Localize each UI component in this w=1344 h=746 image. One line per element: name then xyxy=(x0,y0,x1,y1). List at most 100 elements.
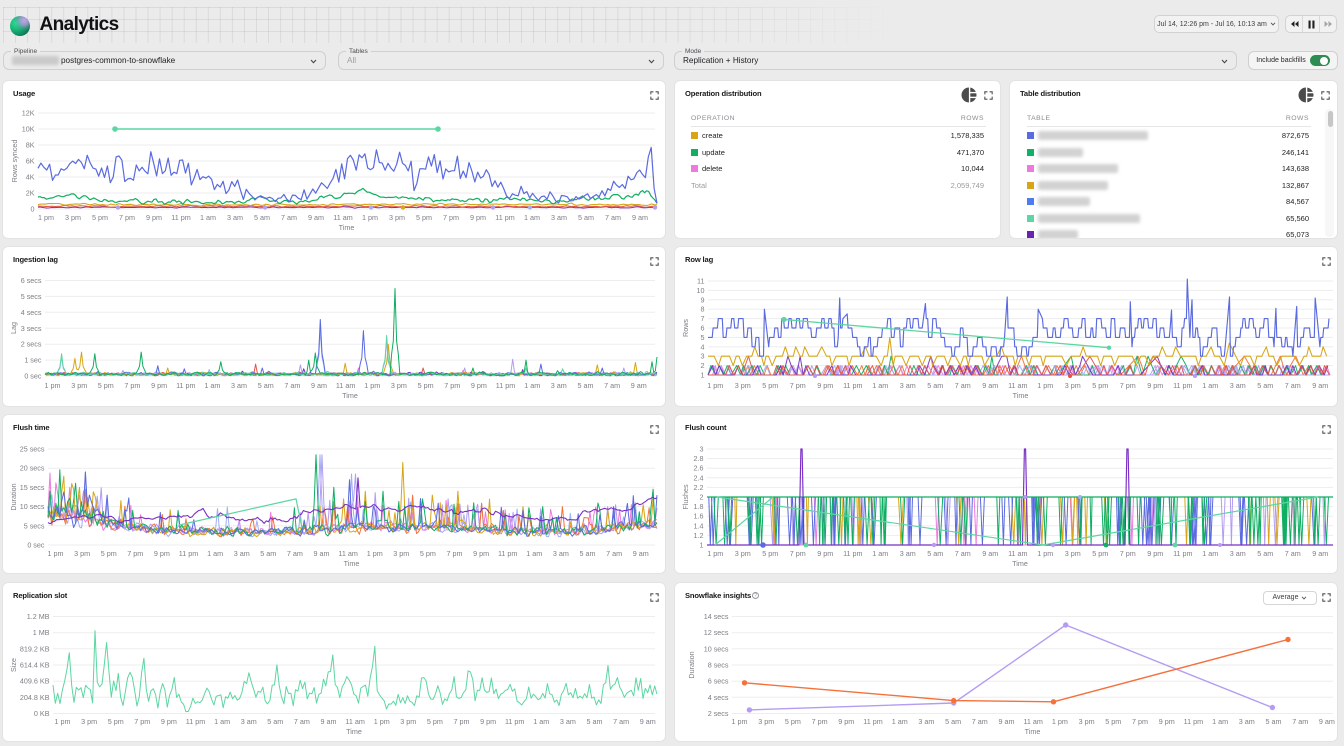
svg-text:1 am: 1 am xyxy=(872,549,888,558)
svg-text:9: 9 xyxy=(701,295,705,304)
svg-text:Rows synced: Rows synced xyxy=(10,140,19,183)
svg-text:5 am: 5 am xyxy=(1266,717,1282,726)
svg-text:5 secs: 5 secs xyxy=(24,521,45,530)
svg-text:Flushes: Flushes xyxy=(681,484,690,510)
svg-text:9 pm: 9 pm xyxy=(161,717,177,726)
svg-text:1.2 MB: 1.2 MB xyxy=(27,612,50,621)
svg-text:2K: 2K xyxy=(26,189,35,198)
svg-text:9 pm: 9 pm xyxy=(480,717,496,726)
svg-text:2: 2 xyxy=(700,493,704,502)
svg-text:5 am: 5 am xyxy=(260,549,276,558)
svg-text:1 pm: 1 pm xyxy=(374,717,390,726)
svg-text:3 pm: 3 pm xyxy=(81,717,97,726)
svg-text:5 pm: 5 pm xyxy=(427,717,443,726)
svg-text:3 pm: 3 pm xyxy=(1079,717,1095,726)
svg-text:409.6 KB: 409.6 KB xyxy=(20,676,50,685)
svg-text:12K: 12K xyxy=(22,109,35,118)
svg-text:4 secs: 4 secs xyxy=(708,692,729,701)
svg-text:1 am: 1 am xyxy=(214,717,230,726)
svg-text:10: 10 xyxy=(697,286,705,295)
svg-text:3 pm: 3 pm xyxy=(393,549,409,558)
svg-text:3 am: 3 am xyxy=(1230,549,1246,558)
svg-text:3 am: 3 am xyxy=(551,213,567,222)
svg-text:3 am: 3 am xyxy=(551,381,567,390)
svg-text:12 secs: 12 secs xyxy=(704,628,729,637)
svg-text:3: 3 xyxy=(701,352,705,361)
svg-text:11 am: 11 am xyxy=(1023,717,1042,726)
svg-text:7 am: 7 am xyxy=(281,213,297,222)
svg-text:9 pm: 9 pm xyxy=(146,213,162,222)
svg-text:1 pm: 1 pm xyxy=(45,381,61,390)
svg-text:819.2 KB: 819.2 KB xyxy=(20,644,50,653)
svg-text:20 secs: 20 secs xyxy=(20,464,45,473)
svg-text:6 secs: 6 secs xyxy=(21,276,42,285)
svg-text:Time: Time xyxy=(1025,727,1041,736)
svg-text:8K: 8K xyxy=(26,141,35,150)
svg-text:5 secs: 5 secs xyxy=(21,292,42,301)
svg-text:3 pm: 3 pm xyxy=(1065,381,1081,390)
svg-text:2.6: 2.6 xyxy=(694,464,704,473)
svg-text:5 am: 5 am xyxy=(258,381,274,390)
svg-text:Time: Time xyxy=(1013,391,1029,400)
svg-text:9 pm: 9 pm xyxy=(817,381,833,390)
svg-text:5 am: 5 am xyxy=(578,381,594,390)
svg-text:11 pm: 11 pm xyxy=(186,717,205,726)
svg-text:3 pm: 3 pm xyxy=(65,213,81,222)
svg-text:7 am: 7 am xyxy=(606,549,622,558)
svg-text:5 pm: 5 pm xyxy=(101,549,117,558)
svg-text:11 am: 11 am xyxy=(333,213,352,222)
svg-text:5 pm: 5 pm xyxy=(98,381,114,390)
svg-text:1: 1 xyxy=(700,541,704,550)
svg-text:11 pm: 11 pm xyxy=(171,213,190,222)
svg-text:5 am: 5 am xyxy=(254,213,270,222)
svg-text:1 am: 1 am xyxy=(872,381,888,390)
svg-text:7 am: 7 am xyxy=(294,717,310,726)
svg-text:3 pm: 3 pm xyxy=(400,717,416,726)
svg-text:14 secs: 14 secs xyxy=(704,612,729,621)
svg-text:7 am: 7 am xyxy=(1285,549,1301,558)
svg-text:5 pm: 5 pm xyxy=(1092,381,1108,390)
svg-text:11 pm: 11 pm xyxy=(843,549,862,558)
svg-text:3 am: 3 am xyxy=(900,381,916,390)
svg-text:0: 0 xyxy=(31,205,35,214)
svg-text:3 am: 3 am xyxy=(227,213,243,222)
svg-text:9 am: 9 am xyxy=(982,549,998,558)
svg-text:9 pm: 9 pm xyxy=(838,717,854,726)
svg-text:7 pm: 7 pm xyxy=(1120,549,1136,558)
svg-text:9 am: 9 am xyxy=(308,213,324,222)
svg-text:5 am: 5 am xyxy=(587,717,603,726)
svg-text:Time: Time xyxy=(346,727,362,736)
svg-text:11 pm: 11 pm xyxy=(498,549,517,558)
svg-text:2.2: 2.2 xyxy=(694,483,704,492)
svg-text:Duration: Duration xyxy=(9,483,18,510)
svg-text:25 secs: 25 secs xyxy=(20,445,45,454)
svg-text:1 pm: 1 pm xyxy=(48,549,64,558)
svg-text:0 sec: 0 sec xyxy=(24,372,42,381)
svg-text:7 pm: 7 pm xyxy=(790,381,806,390)
svg-text:5 am: 5 am xyxy=(927,381,943,390)
svg-text:11 pm: 11 pm xyxy=(505,717,524,726)
svg-text:1: 1 xyxy=(701,371,705,380)
svg-text:1 pm: 1 pm xyxy=(1037,549,1053,558)
svg-text:3 pm: 3 pm xyxy=(391,381,407,390)
svg-text:1 am: 1 am xyxy=(204,381,220,390)
svg-text:11 pm: 11 pm xyxy=(179,549,198,558)
svg-text:11 pm: 11 pm xyxy=(495,213,514,222)
svg-text:5 pm: 5 pm xyxy=(762,549,778,558)
svg-text:7 pm: 7 pm xyxy=(124,381,140,390)
svg-text:9 pm: 9 pm xyxy=(817,549,833,558)
svg-text:3: 3 xyxy=(700,445,704,454)
svg-text:Lag: Lag xyxy=(9,322,18,334)
svg-text:1 am: 1 am xyxy=(533,717,549,726)
svg-text:1 pm: 1 pm xyxy=(707,549,723,558)
svg-text:7 pm: 7 pm xyxy=(454,717,470,726)
svg-text:11 am: 11 am xyxy=(1008,381,1027,390)
svg-text:6: 6 xyxy=(701,324,705,333)
svg-text:Duration: Duration xyxy=(687,651,696,678)
svg-text:7 pm: 7 pm xyxy=(812,717,828,726)
svg-text:10 secs: 10 secs xyxy=(20,502,45,511)
svg-text:5 pm: 5 pm xyxy=(92,213,108,222)
svg-text:204.8 KB: 204.8 KB xyxy=(20,692,50,701)
svg-text:Time: Time xyxy=(342,391,358,400)
svg-text:7 am: 7 am xyxy=(284,381,300,390)
